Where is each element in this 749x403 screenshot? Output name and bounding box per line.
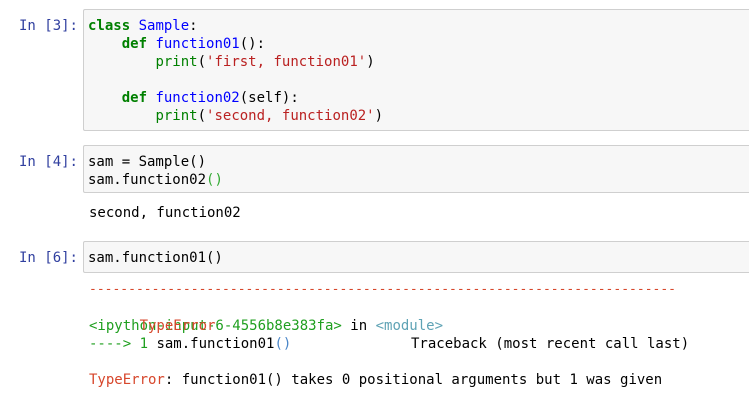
code-cell-6: In [6]: sam.function01() ---------------… (0, 241, 749, 401)
code-input-area[interactable]: class Sample: def function01(): print('f… (83, 9, 749, 131)
traceback-header: TypeError Traceback (most recent call la… (139, 318, 690, 352)
code-input-area[interactable]: sam = Sample() sam.function02() (83, 145, 749, 193)
code-line: sam.function01() (88, 250, 223, 266)
traceback-error-message: TypeError: function01() takes 0 position… (89, 372, 663, 388)
code-line: print('second, function02') (155, 108, 384, 124)
traceback-output: ----------------------------------------… (89, 281, 749, 389)
code-cell-3: In [3]: class Sample: def function01(): … (0, 9, 749, 131)
code-line: sam.function02() (88, 172, 223, 188)
cell-prompt: In [6]: (18, 250, 78, 266)
cell-prompt: In [3]: (18, 18, 78, 34)
cell-prompt: In [4]: (18, 154, 78, 170)
traceback-separator: ----------------------------------------… (89, 282, 676, 297)
cell-output: second, function02 (89, 204, 749, 222)
output-text: second, function02 (89, 205, 241, 221)
code-line: class Sample: (88, 18, 198, 34)
traceback-blank (89, 353, 749, 371)
code-line: def function02(self): (121, 90, 299, 106)
code-input-area[interactable]: sam.function01() (83, 241, 749, 273)
code-line: def function01(): (121, 36, 266, 52)
code-line: sam = Sample() (88, 154, 207, 170)
code-cell-4: In [4]: sam = Sample() sam.function02() … (0, 145, 749, 235)
code-line: print('first, function01') (155, 54, 375, 70)
